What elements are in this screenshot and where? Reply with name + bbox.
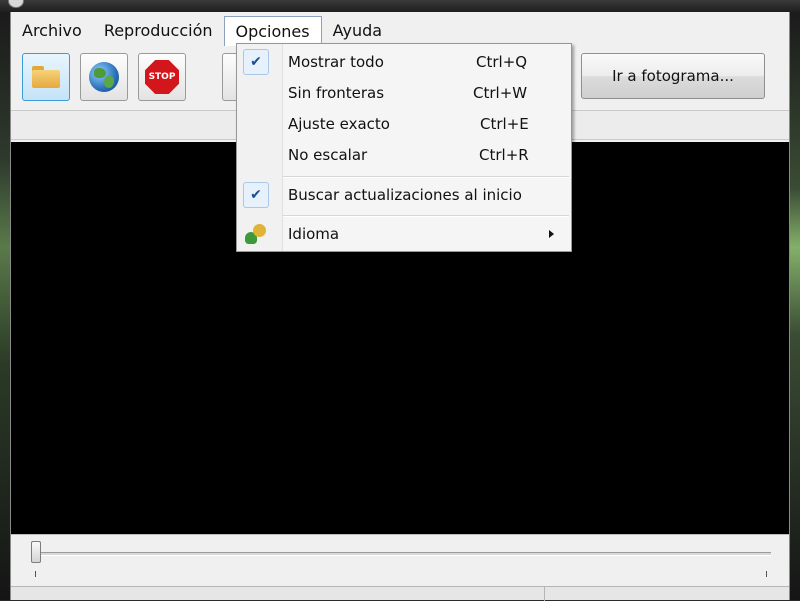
menu-item-mostrar-todo[interactable]: ✔ Mostrar todo Ctrl+Q xyxy=(239,47,569,77)
open-url-button[interactable] xyxy=(80,53,128,101)
folder-icon xyxy=(32,66,60,88)
menu-opciones[interactable]: Opciones xyxy=(223,16,322,46)
open-file-button[interactable] xyxy=(22,53,70,101)
menu-bar: Archivo Reproducción Opciones Ayuda xyxy=(11,16,789,46)
submenu-arrow-icon xyxy=(549,230,554,238)
menu-item-sin-fronteras[interactable]: Sin fronteras Ctrl+W xyxy=(239,78,569,108)
check-icon: ✔ xyxy=(243,182,269,208)
seek-tick-end xyxy=(766,571,767,577)
menu-item-idioma[interactable]: Idioma xyxy=(239,219,569,249)
seek-bar-area xyxy=(11,534,789,586)
app-icon[interactable] xyxy=(8,0,24,8)
menu-item-label: Ajuste exacto xyxy=(288,115,390,133)
seek-tick-start xyxy=(35,571,36,577)
menu-item-buscar-actualizaciones[interactable]: ✔ Buscar actualizaciones al inicio xyxy=(239,180,569,210)
menu-item-shortcut: Ctrl+Q xyxy=(476,53,528,71)
stop-button[interactable]: STOP xyxy=(138,53,186,101)
globe-icon xyxy=(89,62,119,92)
menu-separator xyxy=(283,176,569,178)
seek-track[interactable] xyxy=(35,552,771,556)
status-separator xyxy=(544,587,545,601)
language-icon xyxy=(243,221,269,247)
menu-separator xyxy=(283,215,569,217)
menu-reproduccion[interactable]: Reproducción xyxy=(93,16,224,46)
status-bar xyxy=(11,586,789,601)
menu-item-label: Buscar actualizaciones al inicio xyxy=(288,186,522,204)
window-frame-right xyxy=(790,12,800,600)
window-frame-left xyxy=(0,12,10,600)
menu-item-shortcut: Ctrl+R xyxy=(479,146,529,164)
menu-archivo[interactable]: Archivo xyxy=(11,16,93,46)
menu-item-label: No escalar xyxy=(288,146,368,164)
seek-thumb[interactable] xyxy=(31,541,41,563)
goto-frame-button[interactable]: Ir a fotograma... xyxy=(581,53,765,99)
check-icon: ✔ xyxy=(243,49,269,75)
stop-icon-label: STOP xyxy=(148,72,176,82)
menu-item-label: Idioma xyxy=(288,225,340,243)
stop-icon: STOP xyxy=(145,60,179,94)
menu-item-no-escalar[interactable]: No escalar Ctrl+R xyxy=(239,140,569,170)
menu-item-label: Sin fronteras xyxy=(288,84,385,102)
menu-item-label: Mostrar todo xyxy=(288,53,384,71)
menu-item-shortcut: Ctrl+W xyxy=(473,84,528,102)
title-bar xyxy=(0,0,800,12)
menu-ayuda[interactable]: Ayuda xyxy=(322,16,393,46)
menu-item-ajuste-exacto[interactable]: Ajuste exacto Ctrl+E xyxy=(239,109,569,139)
menu-item-shortcut: Ctrl+E xyxy=(480,115,529,133)
options-dropdown: ✔ Mostrar todo Ctrl+Q Sin fronteras Ctrl… xyxy=(236,43,572,252)
